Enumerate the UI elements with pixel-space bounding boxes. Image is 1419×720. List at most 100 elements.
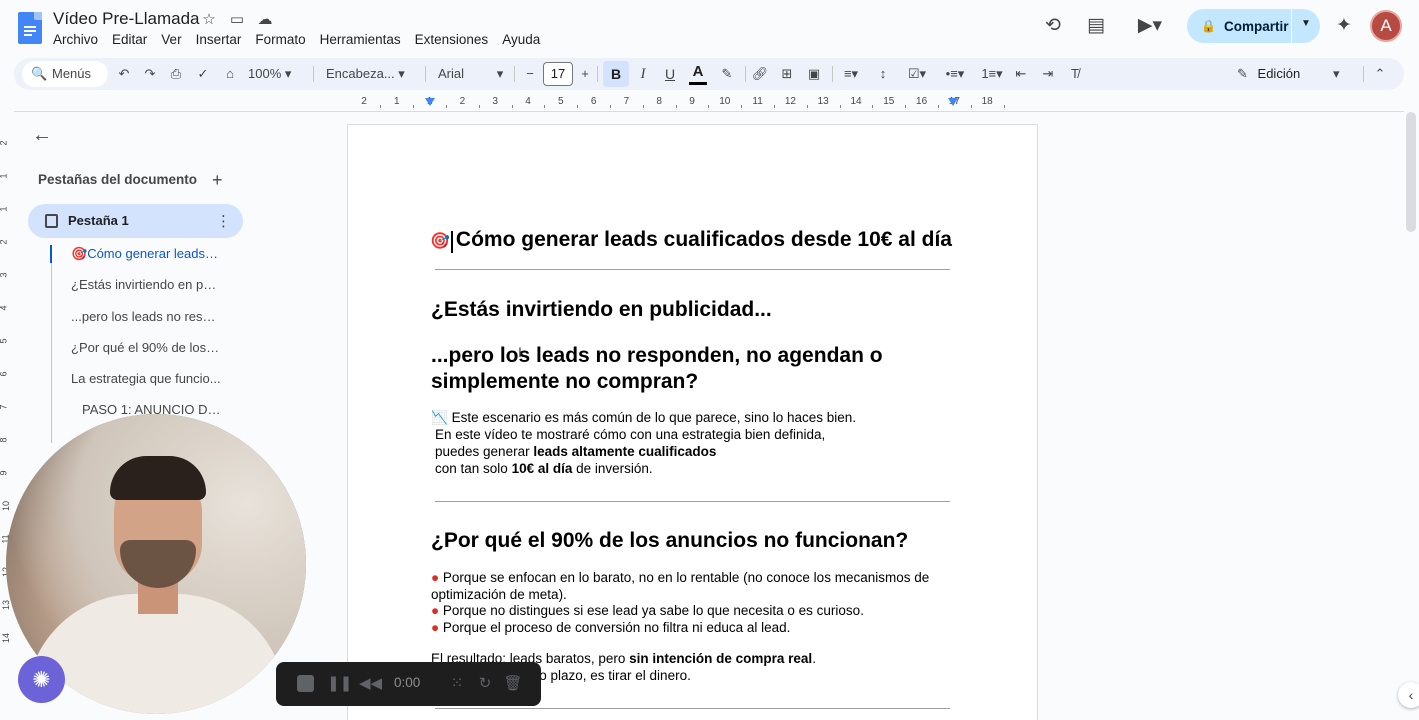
highlight-color-icon[interactable]: ✎ (717, 62, 737, 86)
bullet-line[interactable]: ● Porque se enfocan en lo barato, no en … (431, 570, 929, 585)
menu-archivo[interactable]: Archivo (46, 30, 105, 49)
menu-editar[interactable]: Editar (105, 30, 154, 49)
bold-button[interactable]: B (603, 61, 629, 87)
ruler-number: 15 (883, 96, 895, 107)
editing-mode-label: Edición (1257, 66, 1301, 81)
paragraph-line[interactable]: puedes generar leads altamente cualifica… (435, 444, 716, 459)
increase-indent-icon[interactable]: ⇥ (1038, 62, 1058, 86)
vertical-ruler-number: 2 (0, 239, 9, 244)
vertical-ruler-number: 7 (0, 404, 9, 409)
clear-formatting-icon[interactable]: T̸ (1065, 62, 1085, 86)
spellcheck-icon[interactable]: ✓ (193, 62, 213, 86)
paragraph-line[interactable]: En este vídeo te mostraré cómo con una e… (435, 427, 825, 442)
menu-herramientas[interactable]: Herramientas (313, 30, 408, 49)
vertical-ruler-number: 2 (0, 140, 9, 145)
meet-video-icon[interactable]: ▶▾ (1130, 13, 1170, 39)
vertical-ruler-number: 3 (0, 272, 9, 277)
bullet-line[interactable]: optimización de meta). (431, 587, 567, 602)
zoom-select[interactable]: 100% ▾ (248, 62, 306, 86)
expand-side-panel-icon[interactable]: ‹ (1398, 682, 1419, 708)
text-color-button[interactable]: A (687, 63, 709, 85)
decrease-font-size-icon[interactable]: − (521, 62, 539, 86)
numbered-list-icon[interactable]: 1≡▾ (975, 62, 1009, 86)
paragraph-line[interactable]: con tan solo 10€ al día de inversión. (435, 461, 653, 476)
ruler-tick (774, 105, 775, 108)
insert-link-icon[interactable]: 🔗︎ (750, 62, 770, 86)
editing-mode-select[interactable]: ✎ Edición ▾ (1233, 61, 1363, 87)
back-arrow-icon[interactable]: ← (32, 124, 54, 146)
italic-button[interactable]: I (634, 62, 652, 86)
restart-icon[interactable]: ↻ (474, 673, 496, 695)
menu-insertar[interactable]: Insertar (189, 30, 249, 49)
ruler-number: 9 (689, 96, 695, 107)
ruler-number: 4 (525, 96, 531, 107)
undo-icon[interactable]: ↶ (114, 62, 134, 86)
outline-item[interactable]: 🎯Cómo generar leads cu... (71, 246, 221, 262)
pause-icon[interactable]: ❚❚ (327, 673, 352, 695)
paragraph-style-select[interactable]: Encabeza... ▾ (326, 62, 418, 86)
star-icon[interactable]: ☆ (199, 10, 219, 30)
bullet-line[interactable]: ● Porque el proceso de conversión no fil… (431, 620, 790, 635)
document-heading[interactable]: 🎯 Cómo generar leads cualificados desde 1… (430, 228, 952, 252)
add-tab-icon[interactable]: + (212, 170, 223, 191)
font-family-dropdown-icon[interactable]: ▾ (494, 62, 506, 86)
heading-por-que-90[interactable]: ¿Por qué el 90% de los anuncios no funci… (431, 528, 908, 554)
paragraph-line[interactable]: 📉 Este escenario es más común de lo que … (431, 410, 856, 426)
chart-down-emoji-icon: 📉 (431, 410, 448, 425)
heading-estas-invirtiendo[interactable]: ¿Estás invirtiendo en publicidad... (431, 297, 772, 323)
text-cursor (451, 231, 453, 253)
vertical-scrollbar[interactable] (1406, 112, 1416, 232)
increase-font-size-icon[interactable]: + (576, 62, 594, 86)
recorder-settings-icon[interactable]: ✺ (18, 656, 65, 703)
bullet-line[interactable]: ● Porque no distingues si ese lead ya sa… (431, 603, 864, 618)
delete-icon[interactable]: 🗑︎ (502, 673, 524, 695)
outline-item[interactable]: ...pero los leads no respo... (71, 309, 221, 324)
font-size-input[interactable]: 17 (543, 62, 573, 86)
menu-extensiones[interactable]: Extensiones (408, 30, 496, 49)
share-dropdown-icon[interactable]: ▼ (1301, 18, 1311, 29)
underline-button[interactable]: U (661, 62, 679, 86)
print-icon[interactable]: ⎙ (166, 62, 186, 86)
insert-image-icon[interactable]: ▣ (804, 62, 824, 86)
outline-item[interactable]: La estrategia que funcio... (71, 371, 221, 386)
move-folder-icon[interactable]: ▭ (227, 10, 247, 30)
heading-pero-los-leads[interactable]: ...pero los leads no responden, no agend… (431, 343, 883, 395)
ruler-number: 16 (916, 96, 928, 107)
horizontal-ruler[interactable]: 21123456789101112131415161718 (346, 94, 1038, 110)
search-menus-input[interactable]: 🔍 Menús (22, 61, 108, 87)
ruler-number: 7 (623, 96, 630, 107)
outline-item[interactable]: ¿Por qué el 90% de los a... (71, 340, 221, 355)
drag-handle-icon[interactable]: ⁙ (446, 673, 468, 695)
version-history-icon[interactable]: ⟲ (1040, 13, 1066, 39)
rewind-icon[interactable]: ◀◀ (359, 673, 382, 695)
paint-format-icon[interactable]: ⌂ (220, 62, 240, 86)
target-emoji-icon: 🎯 (430, 233, 450, 250)
gemini-sparkle-icon[interactable]: ✦ (1331, 13, 1357, 39)
add-comment-icon[interactable]: ⊞ (777, 62, 797, 86)
docs-logo-icon[interactable] (18, 12, 42, 44)
stop-recording-button[interactable] (297, 675, 314, 692)
comments-icon[interactable]: ▤ (1083, 13, 1109, 39)
menu-ver[interactable]: Ver (154, 30, 188, 49)
sidebar-tab-1[interactable]: Pestaña 1 ⋮ (28, 204, 243, 238)
bulleted-list-icon[interactable]: •≡▾ (938, 62, 972, 86)
avatar[interactable]: A (1370, 10, 1402, 42)
redo-icon[interactable]: ↷ (140, 62, 160, 86)
menu-ayuda[interactable]: Ayuda (495, 30, 547, 49)
collapse-menus-icon[interactable]: ⌃ (1370, 62, 1390, 86)
checklist-icon[interactable]: ☑▾ (900, 62, 934, 86)
result-line[interactable]: ...o plazo, es tirar el dinero. (528, 668, 691, 683)
align-menu-icon[interactable]: ≡▾ (836, 62, 866, 86)
vertical-ruler-number: 1 (0, 173, 9, 178)
ruler-number: 1 (394, 96, 400, 107)
line-spacing-icon[interactable]: ↕ (873, 62, 893, 86)
share-button[interactable]: 🔒 Compartir ▼ (1187, 9, 1320, 43)
cloud-status-icon[interactable]: ☁ (255, 10, 275, 30)
decrease-indent-icon[interactable]: ⇤ (1011, 62, 1031, 86)
document-title[interactable]: Vídeo Pre-Llamada (53, 9, 199, 29)
menu-formato[interactable]: Formato (248, 30, 312, 49)
tab-options-icon[interactable]: ⋮ (216, 212, 231, 230)
outline-item[interactable]: ¿Estás invirtiendo en pub... (71, 277, 221, 292)
zoom-value: 100% (248, 66, 282, 81)
editing-mode-dropdown-icon: ▾ (1333, 66, 1340, 81)
